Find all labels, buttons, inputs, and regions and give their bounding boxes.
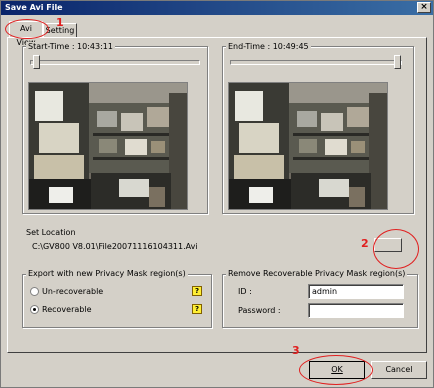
- export-mask-label: Export with new Privacy Mask region(s): [26, 269, 188, 279]
- export-mask-group: [22, 274, 212, 328]
- unrecoverable-help-icon[interactable]: ?: [192, 286, 202, 296]
- password-field[interactable]: [308, 303, 404, 318]
- title-bar: Save Avi File ×: [1, 1, 433, 15]
- close-icon: ×: [420, 2, 428, 12]
- unrecoverable-label[interactable]: Un-recoverable: [42, 287, 103, 297]
- end-time-label: End-Time : 10:49:45: [226, 42, 311, 52]
- start-time-label: Start-Time : 10:43:11: [26, 42, 115, 52]
- start-frame-image: [29, 83, 188, 210]
- annotation-number-2: 2: [361, 237, 369, 250]
- annotation-ring-ok: [299, 355, 373, 385]
- save-avi-dialog: Save Avi File × Avi View Setting Start-T…: [0, 0, 434, 388]
- end-frame-image: [229, 83, 388, 210]
- recoverable-label[interactable]: Recoverable: [42, 305, 91, 315]
- recoverable-radio[interactable]: [30, 305, 39, 314]
- annotation-number-1: 1: [56, 16, 64, 29]
- annotation-number-3: 3: [292, 344, 300, 357]
- start-time-slider-thumb[interactable]: [33, 55, 40, 69]
- set-location-label: Set Location: [26, 228, 76, 237]
- unrecoverable-radio[interactable]: [30, 287, 39, 296]
- annotation-ring-avi-view-tab: [5, 19, 49, 39]
- remove-mask-group: [222, 274, 418, 328]
- end-time-slider-track[interactable]: [230, 60, 402, 65]
- annotation-ring-browse: [373, 229, 419, 269]
- window-title: Save Avi File: [5, 3, 63, 12]
- start-time-slider-track[interactable]: [30, 60, 200, 65]
- id-field[interactable]: admin: [308, 284, 404, 299]
- recoverable-help-icon[interactable]: ?: [192, 304, 202, 314]
- password-label: Password :: [238, 306, 281, 315]
- end-time-slider-thumb[interactable]: [394, 55, 401, 69]
- close-button[interactable]: ×: [417, 2, 431, 13]
- id-label: ID :: [238, 287, 252, 296]
- end-frame-preview: [228, 82, 388, 210]
- remove-mask-label: Remove Recoverable Privacy Mask region(s…: [226, 269, 408, 279]
- location-path: C:\GV800 V8.01\File20071116104311.Avi: [32, 242, 198, 251]
- start-frame-preview: [28, 82, 188, 210]
- avi-view-panel: Start-Time : 10:43:11 End-Time : 10:49:4…: [7, 37, 427, 353]
- cancel-button[interactable]: Cancel: [371, 361, 427, 379]
